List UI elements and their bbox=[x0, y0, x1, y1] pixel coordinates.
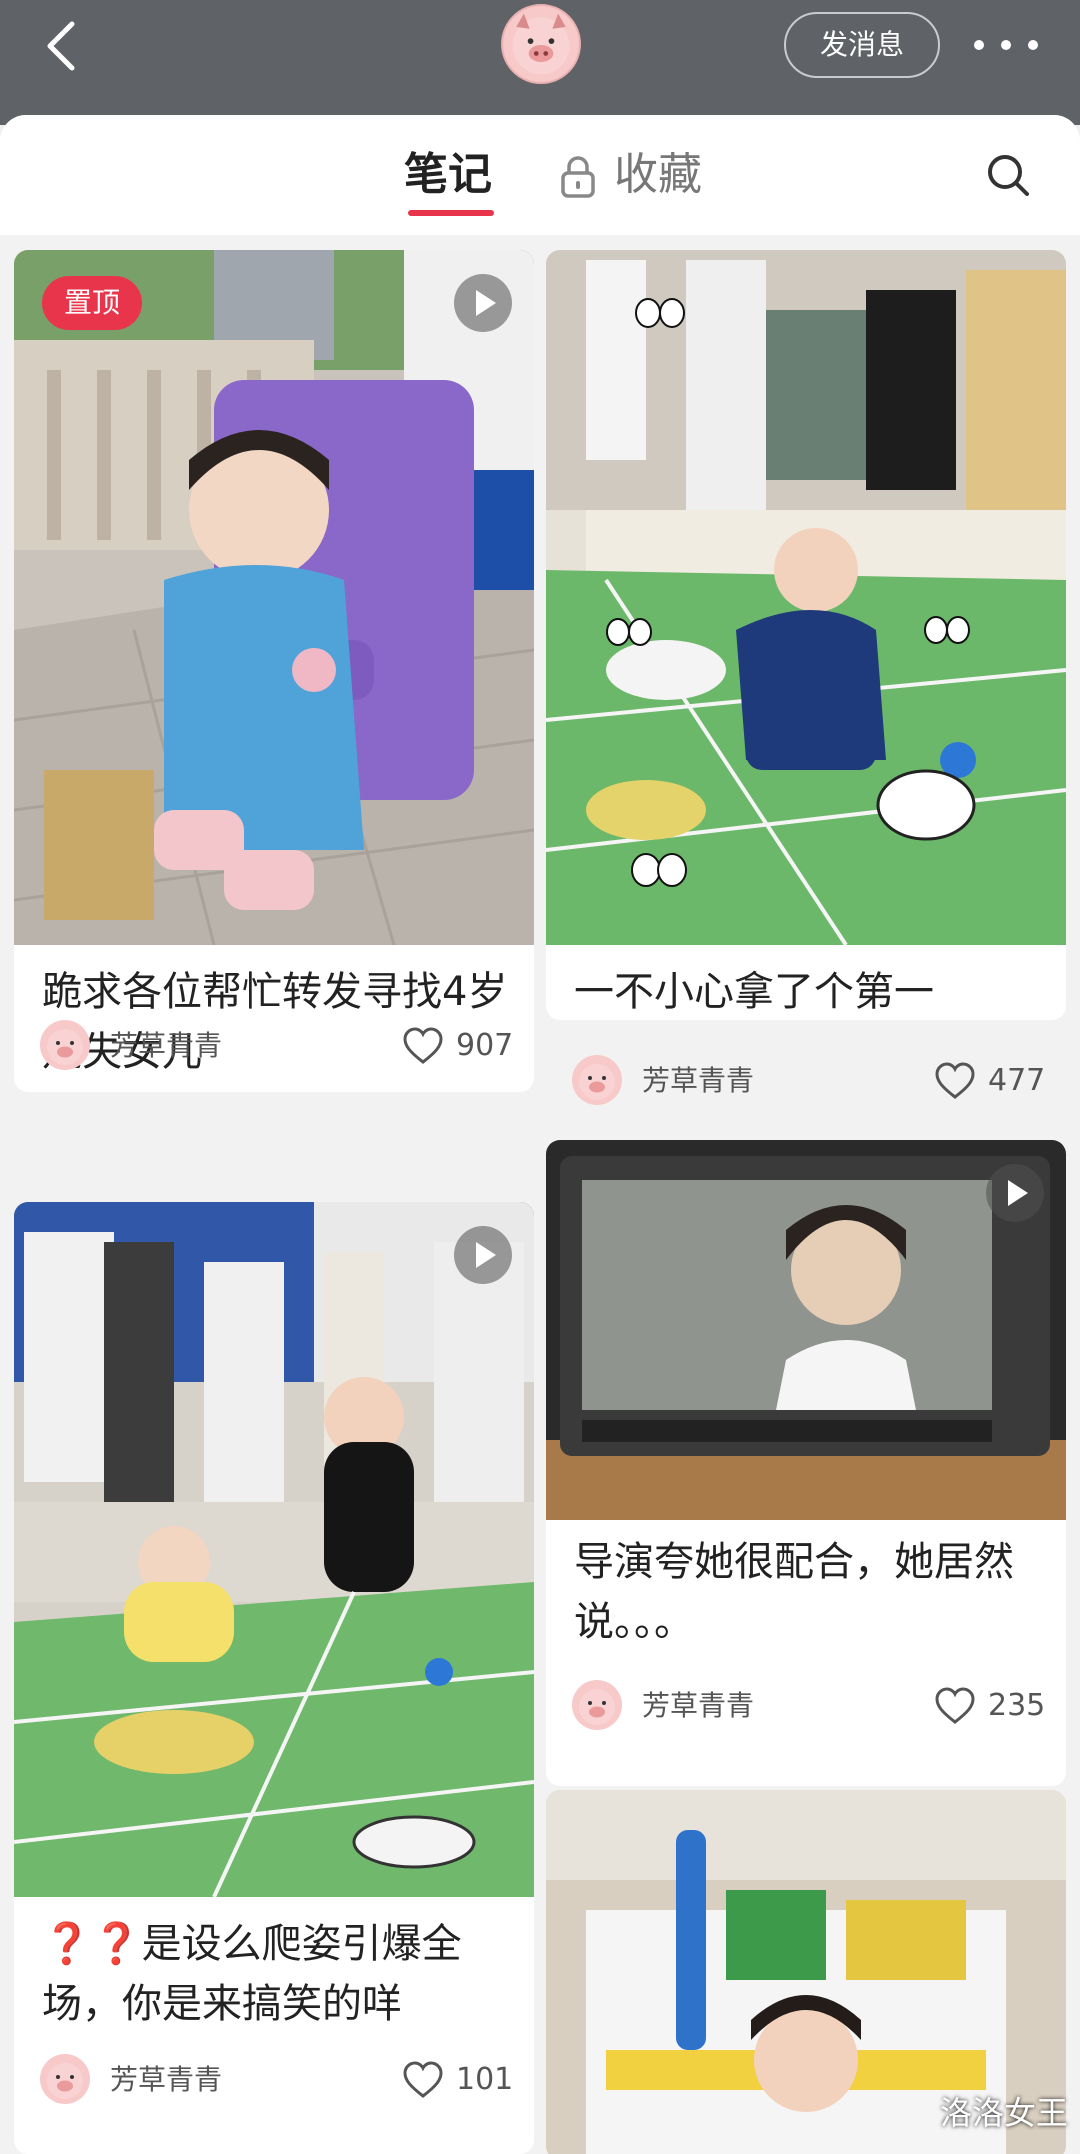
active-tab-indicator bbox=[408, 210, 494, 216]
author-avatar bbox=[40, 1020, 90, 1070]
tab-favorites[interactable]: 收藏 bbox=[614, 145, 702, 205]
author-name: 芳草青青 bbox=[642, 1689, 755, 1722]
author-avatar bbox=[572, 1055, 622, 1105]
note-card[interactable]: 一不小心拿了个第一 bbox=[546, 250, 1066, 1020]
heart-icon bbox=[403, 1027, 443, 1064]
top-bar: 发消息 bbox=[0, 0, 1080, 125]
tab-bar: 笔记 收藏 bbox=[0, 115, 1080, 235]
like-button[interactable]: 235 bbox=[934, 1680, 1045, 1732]
note-cover-image bbox=[546, 1140, 1066, 1520]
play-icon bbox=[986, 1164, 1044, 1222]
profile-avatar[interactable] bbox=[501, 4, 581, 84]
profile-content: 笔记 收藏 置顶 跪求各位帮忙转发寻找4岁走失女儿 芳草青青 907 一不小心拿… bbox=[0, 115, 1080, 2154]
heart-icon bbox=[403, 2061, 443, 2098]
like-count: 101 bbox=[456, 2062, 514, 2097]
like-button[interactable]: 477 bbox=[934, 1055, 1045, 1107]
note-card[interactable]: 导演夸她很配合，她居然说。。。 芳草青青 235 bbox=[546, 1140, 1066, 1786]
note-cover-image: 置顶 bbox=[14, 250, 534, 945]
author-name: 芳草青青 bbox=[110, 2063, 223, 2096]
like-count: 235 bbox=[988, 1688, 1046, 1723]
note-cover-image bbox=[546, 250, 1066, 945]
pig-avatar-icon bbox=[512, 13, 570, 75]
play-icon bbox=[454, 1226, 512, 1284]
note-title: 一不小心拿了个第一 bbox=[574, 969, 934, 1015]
back-button[interactable] bbox=[38, 18, 88, 74]
note-card[interactable]: ❓❓是设么爬姿引爆全场，你是来搞笑的咩 芳草青青 101 bbox=[14, 1202, 534, 2154]
search-icon[interactable] bbox=[984, 151, 1032, 199]
pinned-badge: 置顶 bbox=[42, 276, 142, 330]
play-icon bbox=[454, 274, 512, 332]
watermark: 洛洛女王 bbox=[939, 2094, 1068, 2132]
tab-notes[interactable]: 笔记 bbox=[404, 145, 492, 205]
lock-icon bbox=[561, 156, 595, 198]
author-name: 芳草青青 bbox=[642, 1064, 755, 1097]
author-name: 芳草青青 bbox=[110, 1029, 223, 1062]
note-title: 导演夸她很配合，她居然说。。。 bbox=[574, 1539, 1014, 1645]
like-count: 477 bbox=[988, 1063, 1046, 1098]
heart-icon bbox=[935, 1687, 975, 1724]
note-title: ❓❓是设么爬姿引爆全场，你是来搞笑的咩 bbox=[42, 1921, 462, 2027]
like-button[interactable]: 101 bbox=[402, 2054, 513, 2106]
author-avatar bbox=[572, 1680, 622, 1730]
back-arrow-icon bbox=[47, 21, 75, 71]
like-button[interactable]: 907 bbox=[402, 1020, 513, 1072]
note-card[interactable]: 置顶 跪求各位帮忙转发寻找4岁走失女儿 芳草青青 907 bbox=[14, 250, 534, 1092]
send-message-button[interactable]: 发消息 bbox=[784, 12, 940, 78]
more-icon[interactable] bbox=[972, 24, 1040, 64]
like-count: 907 bbox=[456, 1028, 514, 1063]
heart-icon bbox=[935, 1062, 975, 1099]
author-avatar bbox=[40, 2054, 90, 2104]
note-cover-image bbox=[14, 1202, 534, 1897]
